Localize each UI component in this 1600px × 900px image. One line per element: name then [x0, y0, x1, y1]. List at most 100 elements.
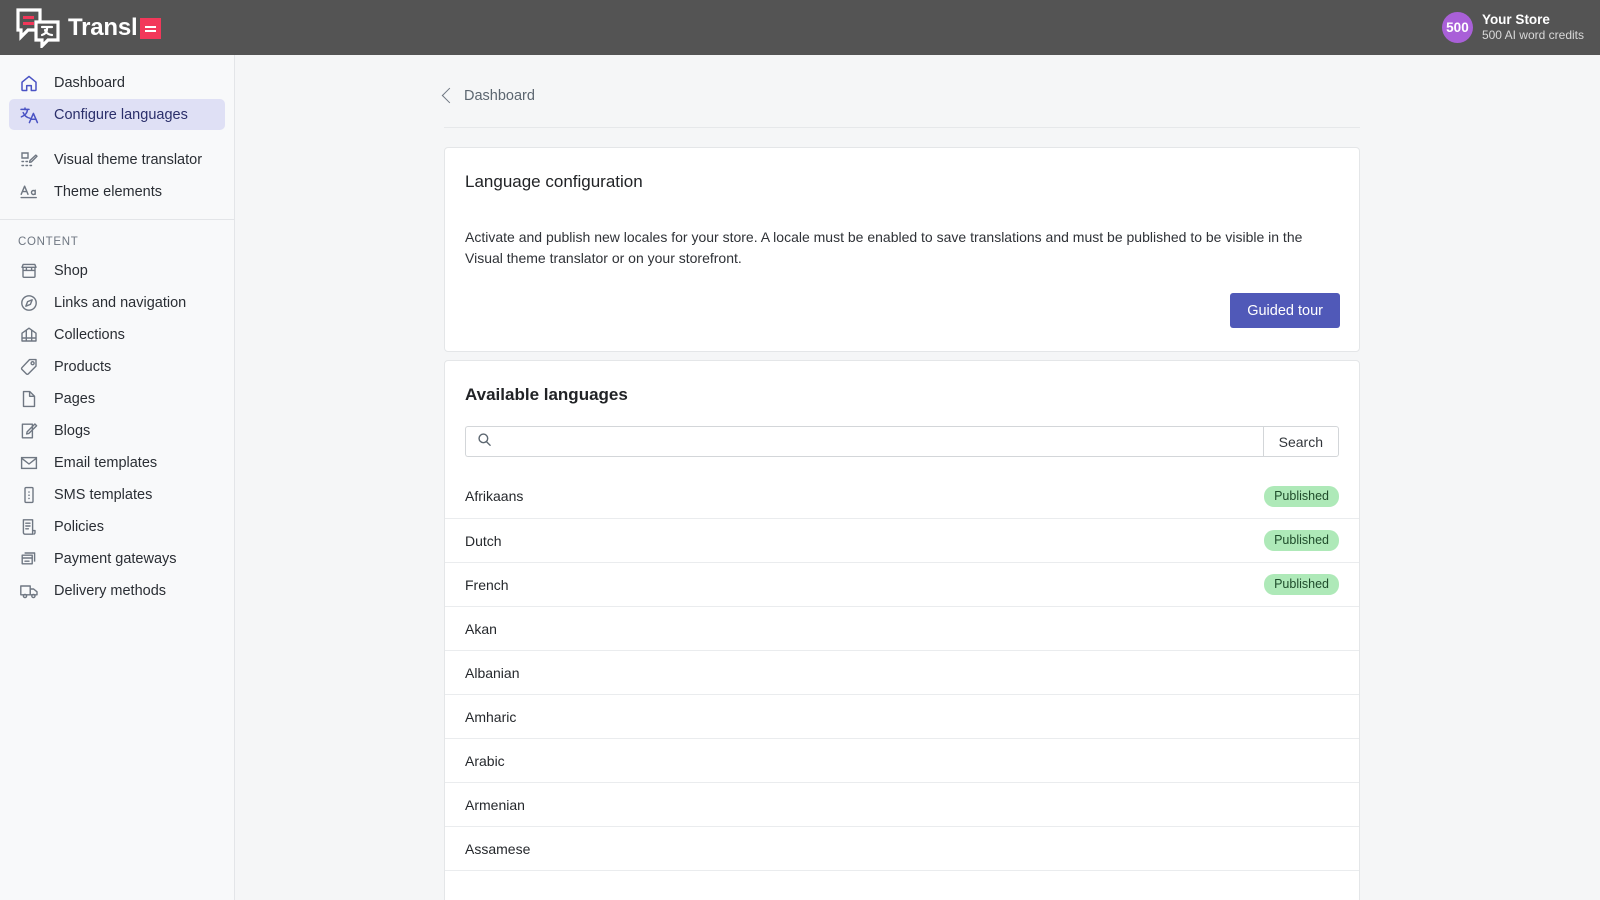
translate-speech-bubbles-icon [16, 8, 60, 48]
sidebar-item-pages[interactable]: Pages [9, 383, 225, 414]
sidebar-item-label: Products [54, 359, 111, 375]
sidebar-item-blogs[interactable]: Blogs [9, 415, 225, 446]
language-status: Published [1264, 530, 1339, 551]
header-divider [444, 127, 1360, 128]
sidebar-item-label: Delivery methods [54, 583, 166, 599]
language-name: Afrikaans [465, 488, 523, 504]
sidebar-item-visual-theme-translator[interactable]: Visual theme translator [9, 144, 225, 175]
table-row[interactable]: Amharic [445, 694, 1359, 738]
sidebar-item-label: Policies [54, 519, 104, 535]
sidebar-item-label: Blogs [54, 423, 90, 439]
typography-icon [18, 181, 40, 203]
table-row[interactable]: Dutch Published [445, 518, 1359, 562]
status-badge: Published [1264, 486, 1339, 507]
table-row[interactable]: Armenian [445, 782, 1359, 826]
language-name: Assamese [465, 841, 530, 857]
language-status: Published [1264, 574, 1339, 595]
document-list-icon [18, 516, 40, 538]
sidebar-item-label: Pages [54, 391, 95, 407]
payment-card-icon [18, 548, 40, 570]
sidebar-item-label: Payment gateways [54, 551, 177, 567]
breadcrumb[interactable]: Dashboard [235, 55, 535, 104]
ai-word-credits-label: 500 AI word credits [1482, 28, 1584, 43]
language-search-row: Search [445, 405, 1359, 457]
top-header-bar: Transl 500 Your Store 500 AI word credit… [0, 0, 1600, 55]
pencil-note-icon [18, 420, 40, 442]
envelope-icon [18, 452, 40, 474]
sidebar-item-sms-templates[interactable]: SMS templates [9, 479, 225, 510]
search-field-wrapper[interactable] [465, 426, 1263, 457]
table-row[interactable]: French Published [445, 562, 1359, 606]
translate-icon [18, 104, 40, 126]
table-row[interactable]: Akan [445, 606, 1359, 650]
home-icon [18, 72, 40, 94]
language-name: Dutch [465, 533, 502, 549]
search-icon [477, 432, 492, 452]
language-name: French [465, 577, 509, 593]
card-description: Activate and publish new locales for you… [445, 192, 1359, 268]
sidebar-item-policies[interactable]: Policies [9, 511, 225, 542]
sidebar-item-shop[interactable]: Shop [9, 255, 225, 286]
sidebar-item-email-templates[interactable]: Email templates [9, 447, 225, 478]
sidebar-item-label: Theme elements [54, 184, 162, 200]
compass-icon [18, 292, 40, 314]
sidebar-item-label: Links and navigation [54, 295, 186, 311]
sidebar-item-label: Shop [54, 263, 88, 279]
credit-count-avatar: 500 [1442, 12, 1473, 43]
brand-accent-badge [140, 18, 161, 39]
sidebar-item-delivery-methods[interactable]: Delivery methods [9, 575, 225, 606]
sidebar-item-dashboard[interactable]: Dashboard [9, 67, 225, 98]
language-name: Akan [465, 621, 497, 637]
sidebar-item-products[interactable]: Products [9, 351, 225, 382]
search-input[interactable] [500, 427, 1263, 456]
sidebar-item-collections[interactable]: Collections [9, 319, 225, 350]
phone-icon [18, 484, 40, 506]
guided-tour-button[interactable]: Guided tour [1230, 293, 1340, 328]
language-configuration-card: Language configuration Activate and publ… [444, 147, 1360, 352]
sidebar-item-label: Dashboard [54, 75, 125, 91]
table-row[interactable]: Afrikaans Published [445, 474, 1359, 518]
status-badge: Published [1264, 574, 1339, 595]
page-icon [18, 388, 40, 410]
language-status: Published [1264, 486, 1339, 507]
sidebar-navigation: Dashboard Configure languages Visual the… [0, 55, 235, 900]
status-badge: Published [1264, 530, 1339, 551]
language-name: Armenian [465, 797, 525, 813]
account-summary[interactable]: 500 Your Store 500 AI word credits [1442, 12, 1600, 44]
table-row[interactable]: Albanian [445, 650, 1359, 694]
sidebar-item-links-and-navigation[interactable]: Links and navigation [9, 287, 225, 318]
brand-logo[interactable]: Transl [0, 8, 161, 48]
truck-icon [18, 580, 40, 602]
card-actions: Guided tour [445, 268, 1359, 351]
store-name: Your Store [1482, 12, 1584, 29]
search-button[interactable]: Search [1263, 426, 1339, 457]
language-name: Amharic [465, 709, 516, 725]
brand-name: Transl [68, 14, 161, 42]
sidebar-item-label: SMS templates [54, 487, 152, 503]
sidebar-item-label: Visual theme translator [54, 152, 202, 168]
store-icon [18, 260, 40, 282]
tag-icon [18, 356, 40, 378]
language-name: Arabic [465, 753, 505, 769]
available-languages-title: Available languages [445, 361, 1359, 405]
sidebar-item-theme-elements[interactable]: Theme elements [9, 176, 225, 207]
language-list: Afrikaans Published Dutch Published Fren… [445, 474, 1359, 900]
sidebar-item-label: Configure languages [54, 107, 188, 123]
chevron-left-icon [442, 87, 458, 103]
language-name: Albanian [465, 665, 520, 681]
collection-icon [18, 324, 40, 346]
page-title: Language configuration [445, 148, 1359, 192]
table-row[interactable] [445, 870, 1359, 900]
sidebar-item-label: Collections [54, 327, 125, 343]
sidebar-item-configure-languages[interactable]: Configure languages [9, 99, 225, 130]
table-row[interactable]: Assamese [445, 826, 1359, 870]
sidebar-item-payment-gateways[interactable]: Payment gateways [9, 543, 225, 574]
main-content-area: Dashboard Language configuration Activat… [235, 55, 1600, 900]
sidebar-section-header-content: CONTENT [0, 220, 234, 255]
sidebar-item-label: Email templates [54, 455, 157, 471]
available-languages-card: Available languages Search Afrikaans Pub… [444, 360, 1360, 900]
breadcrumb-label: Dashboard [464, 88, 535, 104]
theme-edit-icon [18, 149, 40, 171]
table-row[interactable]: Arabic [445, 738, 1359, 782]
sidebar-spacer [0, 130, 234, 144]
